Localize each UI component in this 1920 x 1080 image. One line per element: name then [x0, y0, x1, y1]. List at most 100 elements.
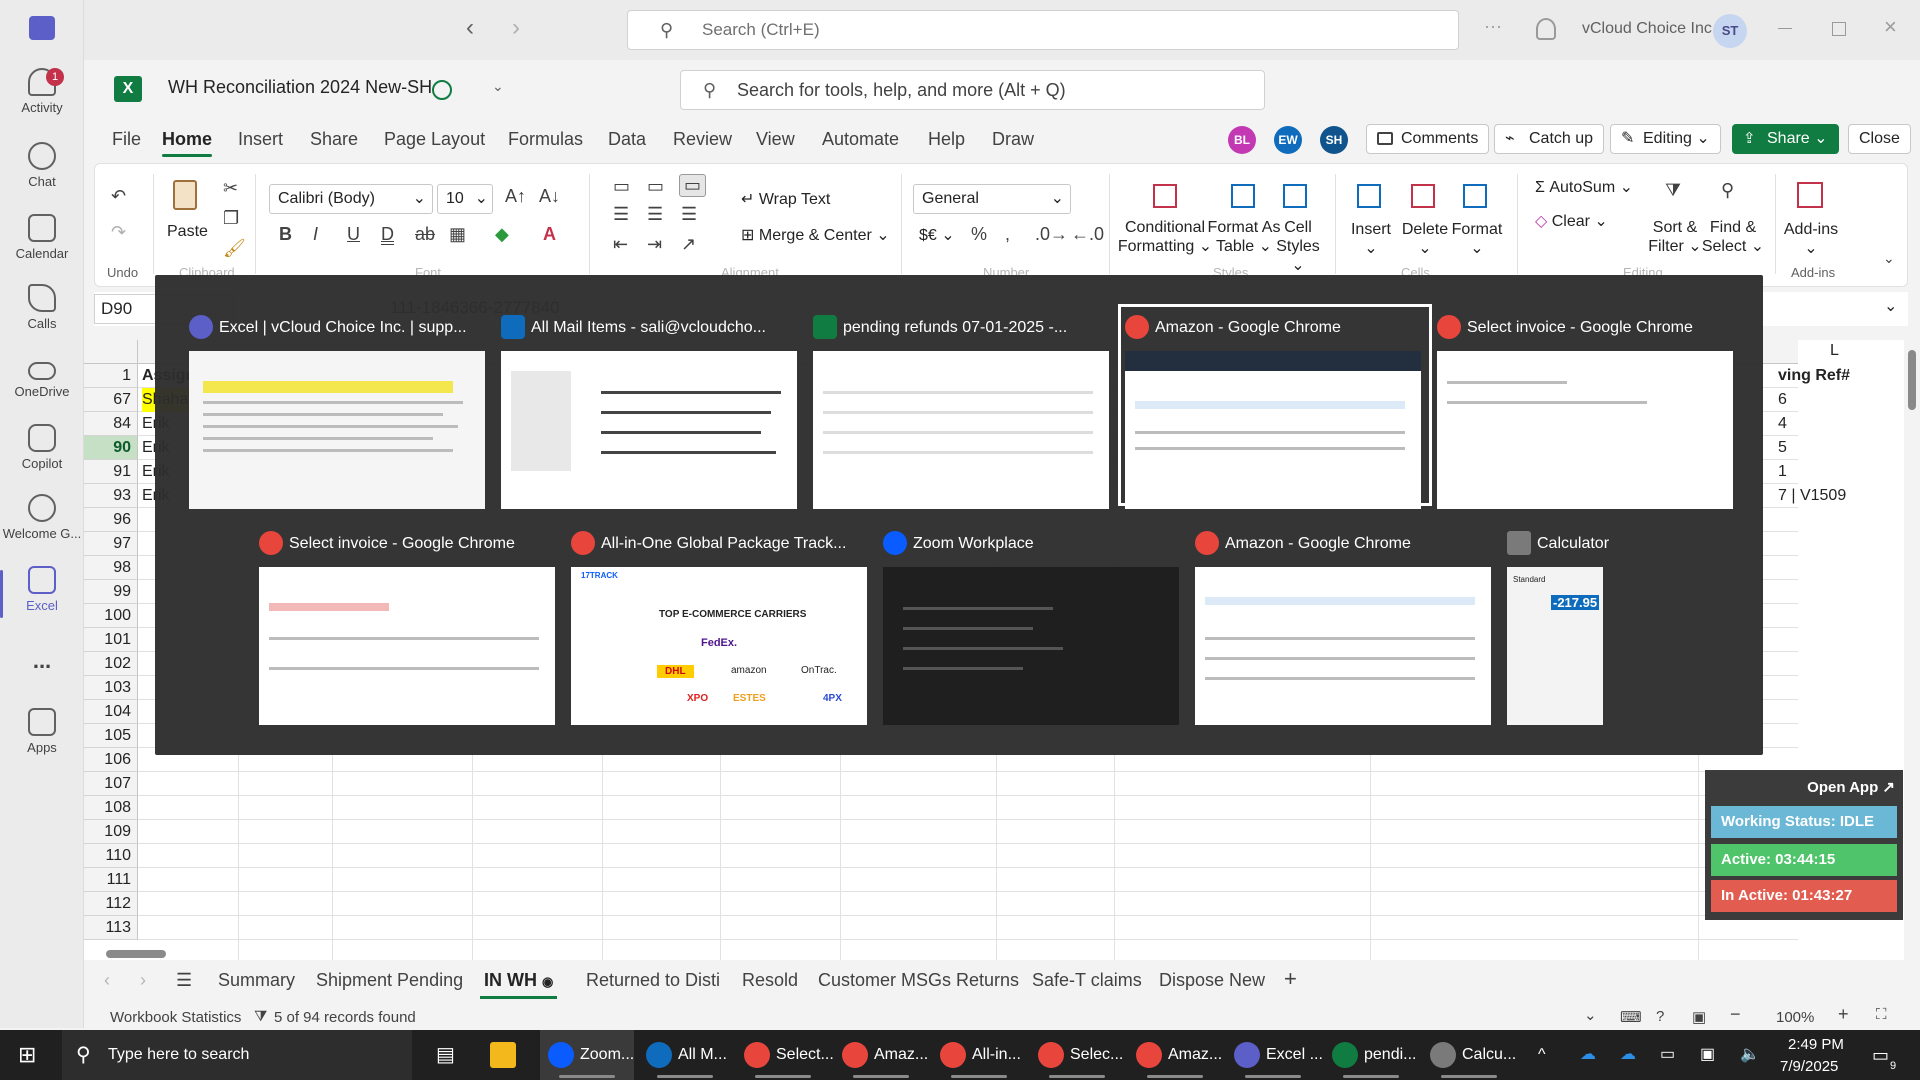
tab-draw[interactable]: Draw — [992, 129, 1034, 150]
row-header[interactable]: 103 — [84, 676, 138, 700]
window-calculator[interactable]: Calculator Standard -217.95 — [1507, 527, 1637, 725]
row-header[interactable]: 109 — [84, 820, 138, 844]
tab-home[interactable]: Home — [162, 129, 213, 157]
open-app-button[interactable]: Open App ↗ — [1807, 778, 1895, 796]
row-header[interactable]: 107 — [84, 772, 138, 796]
number-format-select[interactable]: General ⌄ — [913, 184, 1071, 214]
window-outlook-mail[interactable]: All Mail Items - sali@vcloudcho... — [501, 311, 801, 509]
expand-formula-icon[interactable]: ⌄ — [1884, 296, 1897, 316]
clock-time[interactable]: 2:49 PM — [1788, 1034, 1844, 1056]
increase-font-icon[interactable]: A↑ — [505, 186, 526, 207]
taskbar-app-button[interactable]: Select... — [736, 1030, 834, 1080]
sheet-tab-customer-msgs-returns[interactable]: Customer MSGs Returns — [818, 970, 1019, 991]
cell-ref[interactable]: 4 — [1778, 412, 1902, 436]
font-color-icon[interactable]: A — [543, 224, 556, 245]
font-size-select[interactable]: 10 ⌄ — [437, 184, 493, 214]
file-explorer-icon[interactable] — [490, 1030, 522, 1080]
decrease-indent-icon[interactable]: ⇤ — [613, 234, 628, 255]
task-view-icon[interactable]: ▤ — [436, 1030, 455, 1080]
rail-excel[interactable]: Excel — [0, 566, 84, 618]
window-select-invoice-2[interactable]: Select invoice - Google Chrome — [259, 527, 559, 725]
decrease-font-icon[interactable]: A↓ — [539, 186, 560, 207]
collaborator-avatar[interactable]: SH — [1320, 126, 1348, 154]
window-zoom-workplace[interactable]: Zoom Workplace — [883, 527, 1183, 725]
windows-start-icon[interactable]: ⊞ — [18, 1030, 36, 1080]
copy-icon[interactable]: ❐ — [223, 208, 239, 229]
rail-welcome[interactable]: Welcome G... — [0, 494, 84, 541]
conditional-formatting-button[interactable]: Conditional Formatting ⌄ — [1115, 218, 1215, 256]
rail-onedrive[interactable]: OneDrive — [0, 356, 84, 399]
strikethrough-icon[interactable]: ab — [415, 224, 435, 245]
prev-sheet-icon[interactable]: ‹ — [104, 970, 110, 991]
onedrive-icon[interactable]: ☁ — [1580, 1030, 1596, 1080]
zoom-level[interactable]: 100% — [1776, 1009, 1814, 1026]
workbook-title[interactable]: WH Reconciliation 2024 New-SH — [168, 77, 432, 98]
show-hidden-icons[interactable]: ^ — [1538, 1030, 1546, 1080]
share-button[interactable]: ⇪ Share ⌄ — [1732, 124, 1839, 154]
align-bottom-icon[interactable]: ▭ — [679, 174, 707, 197]
align-right-icon[interactable]: ☰ — [681, 204, 697, 225]
select-all-corner[interactable] — [84, 340, 138, 364]
tab-automate[interactable]: Automate — [822, 129, 899, 150]
percent-icon[interactable]: % — [971, 224, 987, 245]
taskbar-app-button[interactable]: Amaz... — [834, 1030, 928, 1080]
taskbar-app-button[interactable]: Amaz... — [1128, 1030, 1222, 1080]
rail-chat[interactable]: Chat — [0, 142, 84, 189]
maximize-icon[interactable] — [1832, 22, 1846, 36]
row-header[interactable]: 67 — [84, 388, 138, 412]
row-header[interactable]: 97 — [84, 532, 138, 556]
forward-arrow-icon[interactable]: › — [512, 14, 520, 42]
find-select-button[interactable]: Find & Select ⌄ — [1701, 218, 1765, 256]
org-switch-icon[interactable] — [1536, 18, 1556, 40]
taskbar-app-button[interactable]: All-in... — [932, 1030, 1026, 1080]
undo-icon[interactable]: ↶ — [111, 186, 126, 207]
cell-ref[interactable]: ving Ref# — [1778, 364, 1902, 388]
row-header[interactable]: 113 — [84, 916, 138, 940]
more-options-icon[interactable]: ··· — [1484, 16, 1502, 37]
zoom-in-icon[interactable]: + — [1838, 1004, 1849, 1025]
editing-mode-button[interactable]: ✎ Editing ⌄ — [1610, 124, 1721, 154]
cell-ref[interactable]: 7 | V1509 — [1778, 484, 1902, 508]
taskbar-app-button[interactable]: Zoom... — [540, 1030, 634, 1080]
user-avatar[interactable]: ST — [1713, 14, 1747, 48]
fill-color-icon[interactable]: ◆ — [495, 224, 509, 245]
collaborator-avatar[interactable]: EW — [1274, 126, 1302, 154]
addins-button[interactable]: Add-ins ⌄ — [1781, 220, 1841, 258]
row-header[interactable]: 99 — [84, 580, 138, 604]
redo-icon[interactable]: ↷ — [111, 222, 126, 243]
taskbar-app-button[interactable]: pendi... — [1324, 1030, 1418, 1080]
sheet-tab-returned-to-disti[interactable]: Returned to Disti — [586, 970, 720, 991]
window-excel-teams[interactable]: Excel | vCloud Choice Inc. | supp... — [189, 311, 489, 509]
sheet-tab-summary[interactable]: Summary — [218, 970, 295, 991]
clock-date[interactable]: 7/9/2025 — [1780, 1056, 1838, 1078]
paste-icon[interactable] — [173, 180, 197, 210]
rail-calls[interactable]: Calls — [0, 284, 84, 331]
row-header[interactable]: 1 — [84, 364, 138, 388]
tab-formulas[interactable]: Formulas — [508, 129, 583, 150]
cell-ref[interactable]: 6 — [1778, 388, 1902, 412]
decrease-decimal-icon[interactable]: ←.0 — [1071, 224, 1104, 245]
comma-style-icon[interactable]: , — [1005, 224, 1010, 245]
cut-icon[interactable]: ✂ — [223, 178, 238, 199]
window-amazon-chrome-selected[interactable]: Amazon - Google Chrome — [1118, 304, 1432, 509]
zoom-out-icon[interactable]: − — [1730, 1004, 1741, 1025]
tab-review[interactable]: Review — [673, 129, 732, 150]
sheet-tab-in-wh[interactable]: IN WH ◉ — [479, 970, 558, 999]
collaborator-avatar[interactable]: BL — [1228, 126, 1256, 154]
view-mode-icon[interactable]: ▣ — [1692, 1008, 1706, 1026]
window-package-tracking[interactable]: All-in-One Global Package Track... 17TRA… — [571, 527, 871, 725]
row-header[interactable]: 100 — [84, 604, 138, 628]
row-header[interactable]: 110 — [84, 844, 138, 868]
rail-activity[interactable]: Activity 1 — [0, 68, 84, 115]
font-name-select[interactable]: Calibri (Body) ⌄ — [269, 184, 433, 214]
bold-icon[interactable]: B — [279, 224, 292, 245]
rail-apps[interactable]: Apps — [0, 708, 84, 755]
org-name[interactable]: vCloud Choice Inc. — [1582, 20, 1716, 38]
rail-more[interactable]: ... — [0, 648, 84, 674]
format-painter-icon[interactable]: 🖌 — [223, 238, 246, 259]
taskbar-app-button[interactable]: Calcu... — [1422, 1030, 1516, 1080]
delete-cells-button[interactable]: Delete ⌄ — [1397, 220, 1453, 258]
cell-ref[interactable]: 1 — [1778, 460, 1902, 484]
align-center-icon[interactable]: ☰ — [647, 204, 663, 225]
sheet-tab-dispose-new[interactable]: Dispose New — [1159, 970, 1265, 991]
